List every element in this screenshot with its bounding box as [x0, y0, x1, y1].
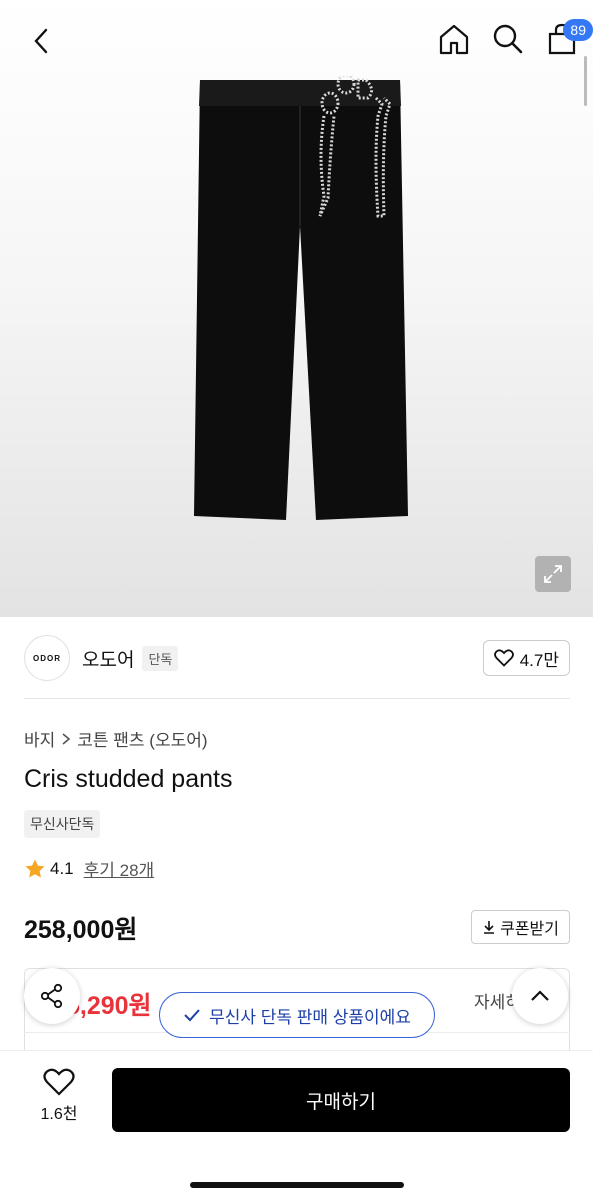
check-icon: [184, 1009, 200, 1022]
search-icon[interactable]: [491, 22, 525, 56]
heart-icon: [493, 649, 514, 667]
rating-score: 4.1: [50, 858, 74, 878]
star-icon: [25, 859, 45, 877]
brand-exclusive-tag: 단독: [142, 645, 179, 671]
wish-count: 1.6천: [40, 1106, 78, 1123]
scroll-top-button[interactable]: [512, 968, 568, 1024]
home-indicator: [190, 1182, 404, 1188]
product-price: 258,000원: [24, 916, 138, 944]
product-image[interactable]: [0, 0, 593, 617]
coupon-label: 쿠폰받기: [500, 921, 559, 938]
chevron-up-icon: [531, 990, 549, 1001]
cart-badge: 89: [563, 19, 593, 41]
exclusive-tag: 무신사단독: [24, 810, 101, 838]
exclusive-toast: 무신사 단독 판매 상품이에요: [159, 992, 435, 1038]
brand-name[interactable]: 오도어: [82, 645, 134, 672]
breadcrumb: 바지 코튼 팬츠 (오도어): [24, 726, 208, 751]
top-bar: 89: [0, 0, 593, 78]
coupon-button[interactable]: 쿠폰받기: [471, 910, 570, 944]
brand-row: ODOR 오도어 단독 4.7만: [24, 634, 570, 682]
heart-icon: [43, 1068, 75, 1096]
product-pants-image: [194, 76, 408, 520]
chevron-right-icon: [62, 732, 71, 745]
toast-text: 무신사 단독 판매 상품이에요: [209, 1007, 411, 1027]
expand-icon[interactable]: [535, 556, 571, 592]
brand-like-button[interactable]: 4.7만: [482, 640, 570, 676]
divider: [24, 698, 570, 699]
share-button[interactable]: [24, 968, 80, 1024]
rating: 4.1 후기 28개: [24, 856, 154, 881]
shopping-bag-icon[interactable]: 89: [545, 19, 593, 56]
brand-logo[interactable]: ODOR: [24, 635, 70, 681]
home-icon[interactable]: [437, 22, 471, 56]
wishlist-button[interactable]: 1.6천: [30, 1068, 88, 1124]
chevron-left-icon[interactable]: [26, 24, 56, 58]
download-icon: [484, 921, 495, 934]
breadcrumb-subcategory[interactable]: 코튼 팬츠 (오도어): [77, 726, 207, 751]
buy-button[interactable]: 구매하기: [112, 1068, 570, 1132]
breadcrumb-category[interactable]: 바지: [24, 726, 55, 751]
review-link[interactable]: 후기 28개: [84, 856, 155, 881]
share-icon: [40, 983, 63, 1009]
product-title: Cris studded pants: [24, 765, 233, 793]
like-count: 4.7만: [519, 650, 559, 670]
